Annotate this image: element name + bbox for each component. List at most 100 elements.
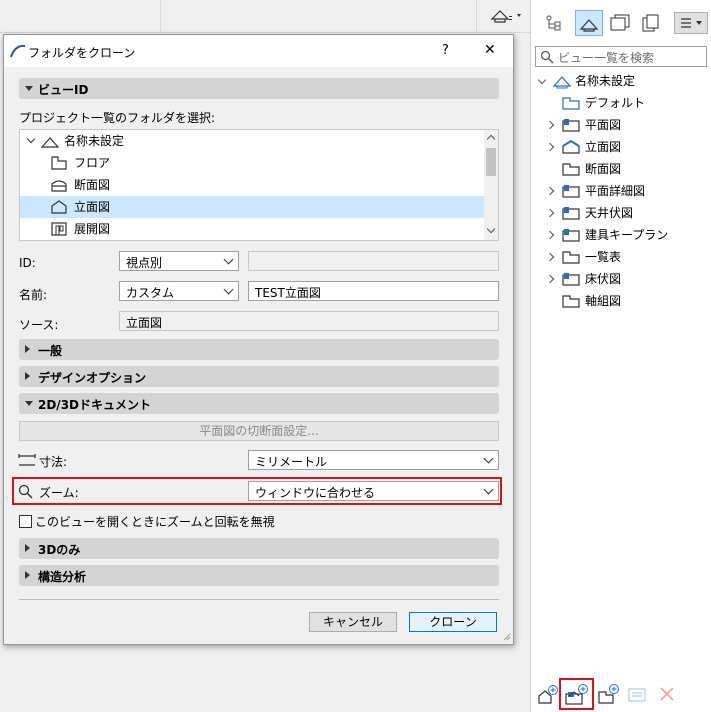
folder-tree-list[interactable]: 名称未設定 フロア 断面図 立面図 展開図 bbox=[19, 129, 499, 241]
panel-item-label: 断面図 bbox=[585, 162, 622, 176]
panel-item-detail-plans[interactable]: 平面詳細図 bbox=[535, 180, 707, 202]
tree-item-section[interactable]: 断面図 bbox=[20, 174, 484, 196]
section-structural-analysis[interactable]: 構造分析 bbox=[19, 565, 499, 586]
ignore-zoom-label[interactable]: このビューを開くときにズームと回転を無視 bbox=[35, 513, 275, 530]
chevron-right-icon[interactable] bbox=[545, 120, 555, 130]
cut-plane-settings-button[interactable]: 平面図の切断面設定... bbox=[19, 421, 499, 441]
tree-item-label: 立面図 bbox=[74, 200, 111, 214]
collapse-triangle-icon bbox=[25, 86, 33, 91]
tree-item-floor[interactable]: フロア bbox=[20, 152, 484, 174]
panel-item-default[interactable]: デフォルト bbox=[535, 92, 707, 114]
panel-item-floor-framing[interactable]: 床伏図 bbox=[535, 268, 707, 290]
dimension-icon bbox=[18, 453, 36, 467]
house-icon bbox=[40, 133, 60, 149]
clone-button[interactable]: クローン bbox=[409, 612, 497, 632]
tree-item-label: 展開図 bbox=[74, 222, 111, 236]
dimension-dropdown[interactable]: ミリメートル bbox=[248, 450, 499, 470]
tree-item-root[interactable]: 名称未設定 bbox=[26, 130, 484, 152]
source-label: ソース: bbox=[19, 318, 59, 332]
chevron-down-icon bbox=[223, 284, 234, 295]
section-general[interactable]: 一般 bbox=[19, 339, 499, 360]
panel-item-sections[interactable]: 断面図 bbox=[535, 158, 707, 180]
name-dropdown[interactable]: カスタム bbox=[119, 281, 239, 301]
chevron-right-icon[interactable] bbox=[545, 252, 555, 262]
ignore-zoom-checkbox[interactable] bbox=[19, 515, 32, 528]
panel-item-label: 軸組図 bbox=[585, 294, 622, 308]
tree-scrollbar[interactable] bbox=[484, 130, 498, 240]
section-view-id[interactable]: ビューID bbox=[19, 78, 499, 99]
help-button[interactable]: ? bbox=[442, 43, 449, 58]
view-search-field[interactable]: ビュー一覧を検索 bbox=[535, 46, 707, 67]
chevron-down-icon[interactable] bbox=[537, 75, 547, 85]
zoom-label: ズーム: bbox=[39, 486, 79, 500]
panel-item-label: 平面詳細図 bbox=[585, 184, 646, 198]
chevron-right-icon[interactable] bbox=[545, 274, 555, 284]
scrollbar-thumb[interactable] bbox=[486, 148, 496, 176]
zoom-dropdown[interactable]: ウィンドウに合わせる bbox=[248, 481, 499, 501]
publisher-sets-icon[interactable] bbox=[641, 14, 661, 38]
dimension-dropdown-value: ミリメートル bbox=[255, 455, 328, 469]
view-map-tab[interactable] bbox=[575, 10, 603, 36]
new-viewpoint-icon[interactable] bbox=[537, 684, 559, 706]
name-text-field[interactable]: TEST立面図 bbox=[248, 281, 499, 301]
section-label: 一般 bbox=[38, 344, 63, 358]
panel-item-framing-elevations[interactable]: 軸組図 bbox=[535, 290, 707, 312]
tree-item-label: 断面図 bbox=[74, 178, 111, 192]
panel-menu-button[interactable] bbox=[674, 12, 708, 34]
collapse-triangle-icon bbox=[25, 401, 33, 406]
section-design-options[interactable]: デザインオプション bbox=[19, 366, 499, 387]
panel-item-label: 建具キープラン bbox=[585, 228, 669, 242]
house-icon bbox=[552, 73, 572, 89]
project-map-icon[interactable] bbox=[545, 14, 563, 38]
navigator-panel: ビュー一覧を検索 名称未設定 デフォルト 平面図 立面図 断面図 平面詳細図 天… bbox=[530, 0, 711, 712]
panel-item-elevations[interactable]: 立面図 bbox=[535, 136, 707, 158]
section-2d3d-document[interactable]: 2D/3Dドキュメント bbox=[19, 393, 499, 414]
tree-item-elevation-selected[interactable]: 立面図 bbox=[20, 196, 484, 218]
zoom-dropdown-value: ウィンドウに合わせる bbox=[255, 486, 376, 500]
close-button[interactable]: ✕ bbox=[484, 42, 496, 58]
section-3d-only[interactable]: 3Dのみ bbox=[19, 538, 499, 559]
clone-folder-icon[interactable] bbox=[564, 683, 590, 707]
search-placeholder: ビュー一覧を検索 bbox=[558, 51, 655, 65]
folder-icon bbox=[561, 249, 581, 265]
select-folder-label: プロジェクト一覧のフォルダを選択: bbox=[19, 111, 216, 125]
panel-item-door-key-plans[interactable]: 建具キープラン bbox=[535, 224, 707, 246]
tree-item-interior[interactable]: 展開図 bbox=[20, 218, 484, 240]
view-settings-icon[interactable] bbox=[628, 688, 646, 702]
expand-triangle-icon bbox=[25, 345, 30, 353]
layout-book-icon[interactable] bbox=[609, 14, 631, 38]
cancel-button[interactable]: キャンセル bbox=[309, 612, 397, 632]
id-dropdown-value: 視点別 bbox=[126, 256, 163, 270]
id-dropdown[interactable]: 視点別 bbox=[119, 251, 239, 271]
section-icon bbox=[50, 177, 68, 193]
panel-item-root[interactable]: 名称未設定 bbox=[535, 70, 707, 92]
chevron-right-icon[interactable] bbox=[545, 208, 555, 218]
section-label: 2D/3Dドキュメント bbox=[38, 398, 152, 412]
chevron-right-icon[interactable] bbox=[545, 230, 555, 240]
chevron-down-icon bbox=[483, 453, 494, 464]
panel-item-ceiling-plans[interactable]: 天井伏図 bbox=[535, 202, 707, 224]
source-field: 立面図 bbox=[119, 311, 499, 331]
clone-folder-dialog: フォルダをクローン ? ✕ ビューID プロジェクト一覧のフォルダを選択: 名称… bbox=[3, 34, 514, 645]
floor-folder-icon bbox=[561, 117, 581, 133]
resize-grip-icon[interactable] bbox=[501, 631, 511, 641]
new-folder-icon[interactable] bbox=[597, 683, 621, 707]
view-dropdown-icon[interactable] bbox=[490, 6, 524, 24]
tree-item-label: フロア bbox=[74, 156, 111, 170]
folder-icon bbox=[561, 161, 581, 177]
name-dropdown-value: カスタム bbox=[126, 286, 175, 300]
chevron-right-icon[interactable] bbox=[545, 142, 555, 152]
panel-item-floor-plans[interactable]: 平面図 bbox=[535, 114, 707, 136]
floor-folder-icon bbox=[561, 271, 581, 287]
delete-icon[interactable] bbox=[659, 686, 675, 702]
interior-elevation-icon bbox=[50, 221, 68, 237]
panel-item-schedules[interactable]: 一覧表 bbox=[535, 246, 707, 268]
panel-item-label: デフォルト bbox=[585, 96, 646, 110]
folder-icon bbox=[561, 293, 581, 309]
scroll-up-icon[interactable] bbox=[486, 134, 496, 144]
chevron-down-icon[interactable] bbox=[26, 134, 36, 144]
chevron-right-icon[interactable] bbox=[545, 186, 555, 196]
scroll-down-icon[interactable] bbox=[486, 224, 496, 234]
tree-item-label: 名称未設定 bbox=[64, 134, 125, 148]
floor-folder-icon bbox=[561, 205, 581, 221]
